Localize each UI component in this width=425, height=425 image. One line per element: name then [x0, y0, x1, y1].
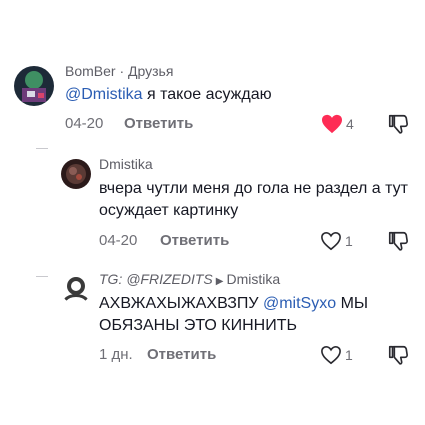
comment-3-mention[interactable]: @mitSyxo [263, 295, 336, 312]
comment-3-header: TG: @FRIZEDITS ▶ Dmistika [99, 271, 280, 287]
comment-2-like-count: 1 [345, 233, 353, 249]
comment-1-like-count: 4 [346, 116, 354, 132]
comment-3-text: АХВЖАХЫЖАХВЗПУ @mitSyxo МЫ ОБЯЗАНЫ ЭТО К… [99, 293, 411, 337]
comment-1-mention[interactable]: @Dmistika [65, 86, 143, 103]
comment-1-body: я такое асуждаю [142, 86, 272, 103]
avatar-frizedits[interactable] [61, 274, 91, 304]
comment-1-author[interactable]: BomBer [65, 63, 116, 79]
comment-1-time: 04-20 [65, 115, 104, 132]
reply-arrow-icon: ▶ [215, 276, 224, 287]
comment-3-body-start: АХВЖАХЫЖАХВЗПУ [99, 295, 263, 312]
comment-2-time: 04-20 [99, 232, 138, 249]
comment-3-reply-button[interactable]: Ответить [147, 346, 216, 363]
heart-outline-icon[interactable] [320, 231, 342, 251]
heart-outline-icon[interactable] [320, 345, 342, 365]
comment-2-author[interactable]: Dmistika [99, 156, 153, 172]
comment-2-reply-button[interactable]: Ответить [160, 232, 229, 249]
comment-2-text: вчера чутли меня до гола не раздел а тут… [99, 180, 408, 219]
dislike-icon[interactable] [387, 344, 409, 366]
comment-1-text: @Dmistika я такое асуждаю [65, 84, 385, 106]
comment-3-time: 1 дн. [99, 346, 133, 363]
heart-filled-icon[interactable] [321, 114, 343, 134]
comment-3-reply-to[interactable]: Dmistika [226, 271, 280, 287]
dislike-icon[interactable] [387, 230, 409, 252]
comment-3-like-count: 1 [345, 347, 353, 363]
comment-3-author[interactable]: TG: @FRIZEDITS [99, 271, 213, 287]
thread-line [36, 148, 48, 149]
avatar-dmistika[interactable] [61, 159, 91, 189]
comment-1-friend-tag: · Друзья [119, 63, 174, 79]
comment-1-reply-button[interactable]: Ответить [124, 115, 193, 132]
comment-1-header: BomBer · Друзья [65, 63, 173, 79]
dislike-icon[interactable] [387, 113, 409, 135]
avatar-bomber[interactable] [14, 66, 54, 106]
thread-line [36, 276, 48, 277]
